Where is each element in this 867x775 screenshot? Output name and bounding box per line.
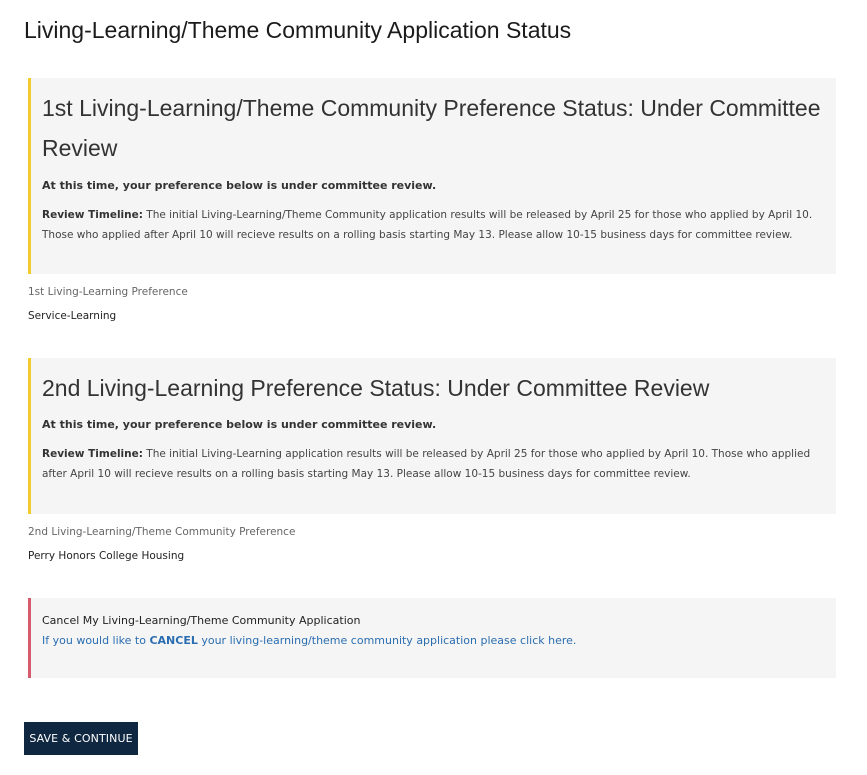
cancel-application-card: Cancel My Living-Learning/Theme Communit…	[28, 598, 836, 678]
cancel-application-title: Cancel My Living-Learning/Theme Communit…	[42, 614, 361, 627]
save-continue-button[interactable]: SAVE & CONTINUE	[24, 722, 138, 755]
cancel-text-before: If you would like to	[42, 634, 150, 647]
second-preference-timeline: Review Timeline: The initial Living-Lear…	[42, 444, 824, 484]
second-preference-heading: 2nd Living-Learning Preference Status: U…	[42, 375, 710, 401]
second-preference-field-value: Perry Honors College Housing	[28, 550, 185, 562]
page-title: Living-Learning/Theme Community Applicat…	[24, 17, 572, 43]
timeline-label: Review Timeline:	[42, 209, 143, 221]
first-preference-field-value: Service-Learning	[28, 310, 117, 322]
timeline-text: The initial Living-Learning/Theme Commun…	[42, 209, 813, 241]
first-preference-notice: At this time, your preference below is u…	[42, 179, 437, 192]
timeline-label: Review Timeline:	[42, 448, 143, 460]
first-preference-heading: 1st Living-Learning/Theme Community Pref…	[42, 95, 821, 161]
second-preference-field-label: 2nd Living-Learning/Theme Community Pref…	[28, 526, 296, 538]
cancel-application-link[interactable]: CANCEL	[149, 634, 197, 647]
cancel-text-after: your living-learning/theme community app…	[197, 634, 577, 647]
first-preference-status-card: 1st Living-Learning/Theme Community Pref…	[28, 78, 836, 274]
first-preference-field-label: 1st Living-Learning Preference	[28, 286, 188, 298]
second-preference-status-card: 2nd Living-Learning Preference Status: U…	[28, 358, 836, 514]
timeline-text: The initial Living-Learning application …	[42, 448, 811, 480]
first-preference-timeline: Review Timeline: The initial Living-Lear…	[42, 205, 824, 245]
cancel-application-text: If you would like to CANCEL your living-…	[42, 634, 824, 648]
second-preference-notice: At this time, your preference below is u…	[42, 418, 437, 431]
